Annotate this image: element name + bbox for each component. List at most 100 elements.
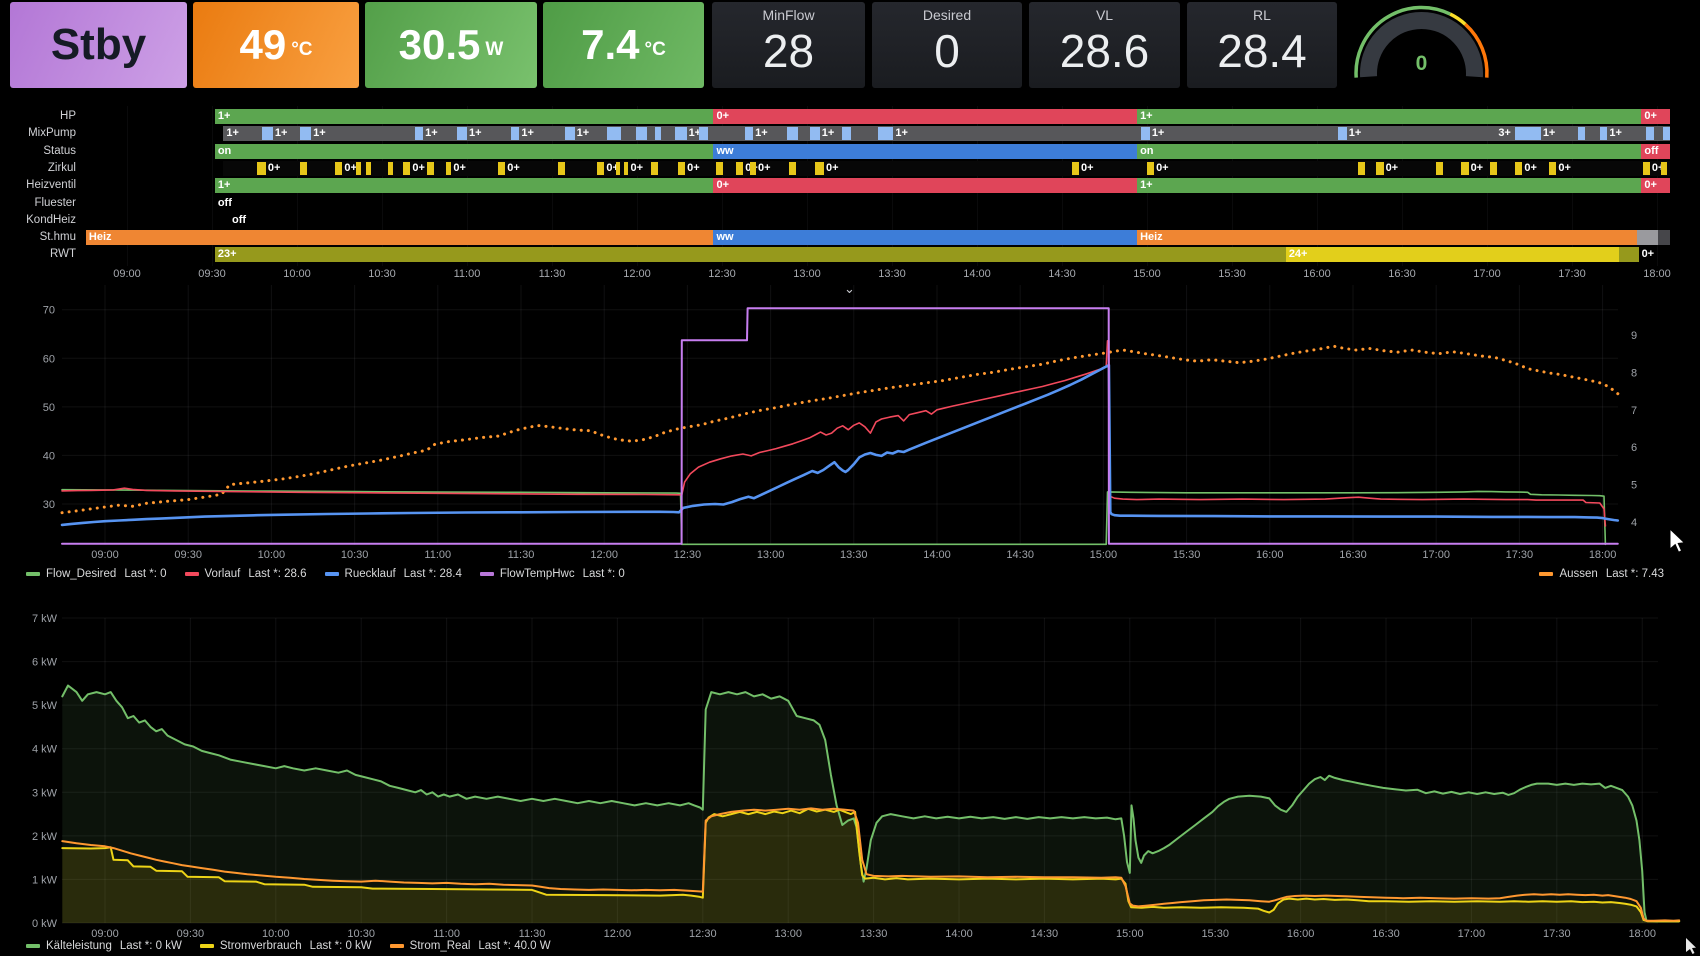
power-chart-legend: KälteleistungLast *: 0 kWStromverbrauchL… xyxy=(26,938,1664,954)
timeline-mark xyxy=(655,127,661,140)
timeline-segment xyxy=(1619,247,1639,262)
timeline-mark xyxy=(1338,127,1346,140)
timeline-segment: 23+ xyxy=(215,247,1286,262)
y-tick-label: 0 kW xyxy=(32,918,58,930)
timeline-segment: 1+ xyxy=(215,178,714,193)
y-left-tick-label: 60 xyxy=(43,353,55,365)
timeline-mark-label: 0+ xyxy=(1081,161,1094,176)
timeline-mark xyxy=(257,162,265,175)
timeline-mark xyxy=(651,162,658,175)
series-line-FlowTempHwc xyxy=(62,308,1618,544)
stat-vl-title: VL xyxy=(1029,7,1180,23)
y-left-tick-label: 70 xyxy=(43,305,55,317)
timeline-mark-label: 0+ xyxy=(826,161,839,176)
timeline-axis-label: 11:00 xyxy=(454,268,481,280)
timeline-row-label: MixPump xyxy=(0,127,76,139)
legend-item-FlowTempHwc[interactable]: FlowTempHwcLast *: 0 xyxy=(480,568,625,580)
stat-vl[interactable]: VL 28.6 xyxy=(1029,2,1180,88)
stat-power[interactable]: 30.5 W xyxy=(365,2,537,88)
timeline-axis-label: 13:00 xyxy=(793,268,821,280)
timeline-row-label: Zirkul xyxy=(0,162,76,174)
stat-power-unit: W xyxy=(485,39,503,61)
x-tick-label: 17:00 xyxy=(1422,549,1450,561)
legend-item-Vorlauf[interactable]: VorlaufLast *: 28.6 xyxy=(185,568,307,580)
y-tick-label: 1 kW xyxy=(32,874,58,886)
legend-swatch-icon xyxy=(1539,572,1553,576)
timeline-axis-label: 16:30 xyxy=(1388,268,1416,280)
timeline-mark xyxy=(736,162,743,175)
timeline-row-kondheiz: KondHeizoff xyxy=(0,213,1700,228)
legend-series-name: FlowTempHwc xyxy=(500,568,575,580)
timeline-mark xyxy=(636,127,647,140)
power-chart-panel[interactable]: 09:0009:3010:0010:3011:0011:3012:0012:30… xyxy=(0,585,1700,956)
stat-temp-cold[interactable]: 7.4 °C xyxy=(543,2,704,88)
timeline-mark-label: 0+ xyxy=(1558,161,1571,176)
legend-item-Aussen[interactable]: AussenLast *: 7.43 xyxy=(1539,568,1664,580)
x-tick-label: 09:00 xyxy=(91,549,119,561)
timeline-segment: 1+ xyxy=(223,126,1669,141)
timeline-segment: 0+ xyxy=(1641,178,1669,193)
timeline-mark xyxy=(427,162,434,175)
legend-item-Kälteleistung[interactable]: KälteleistungLast *: 0 kW xyxy=(26,940,182,952)
timeline-mark xyxy=(415,127,423,140)
y-left-tick-label: 30 xyxy=(43,499,55,511)
legend-item-Strom_Real[interactable]: Strom_RealLast *: 40.0 W xyxy=(390,940,551,952)
timeline-mark xyxy=(1141,127,1149,140)
legend-item-Ruecklauf[interactable]: RuecklaufLast *: 28.4 xyxy=(325,568,462,580)
legend-item-Flow_Desired[interactable]: Flow_DesiredLast *: 0 xyxy=(26,568,167,580)
timeline-mark xyxy=(511,127,519,140)
timeline-mark xyxy=(1461,162,1468,175)
timeline-row-label: Heizventil xyxy=(0,179,76,191)
timeline-mark xyxy=(810,127,820,140)
timeline-segment xyxy=(1658,230,1669,245)
legend-series-name: Strom_Real xyxy=(410,940,471,952)
y-tick-label: 7 kW xyxy=(32,613,58,625)
legend-series-name: Flow_Desired xyxy=(46,568,116,580)
timeline-row-label: KondHeiz xyxy=(0,214,76,226)
timeline-mark xyxy=(457,127,467,140)
x-tick-label: 13:00 xyxy=(757,549,785,561)
timeline-mark-label: 1+ xyxy=(577,126,590,141)
stat-desired-title: Desired xyxy=(872,7,1022,23)
legend-item-Stromverbrauch[interactable]: StromverbrauchLast *: 0 kW xyxy=(200,940,372,952)
stat-vl-value: 28.6 xyxy=(1060,28,1150,74)
state-timeline-panel[interactable]: 09:0009:3010:0010:3011:0011:3012:0012:30… xyxy=(0,96,1700,282)
timeline-mark-label: 0+ xyxy=(268,161,281,176)
legend-series-name: Kälteleistung xyxy=(46,940,112,952)
y-right-tick-label: 9 xyxy=(1631,330,1637,342)
y-tick-label: 2 kW xyxy=(32,831,58,843)
temperature-chart-legend: Flow_DesiredLast *: 0 VorlaufLast *: 28.6… xyxy=(26,566,1664,582)
temperature-chart-panel[interactable]: 09:0009:3010:0010:3011:0011:3012:0012:30… xyxy=(0,282,1700,570)
timeline-mark-label: 1+ xyxy=(275,126,288,141)
y-tick-label: 6 kW xyxy=(32,657,58,669)
x-tick-label: 15:00 xyxy=(1090,549,1118,561)
timeline-mark xyxy=(616,162,620,175)
timeline-mark xyxy=(565,127,575,140)
timeline-row-hp: HP1+0+1+0+ xyxy=(0,109,1700,124)
stat-minflow[interactable]: MinFlow 28 xyxy=(712,2,865,88)
stat-desired[interactable]: Desired 0 xyxy=(872,2,1022,88)
y-left-tick-label: 40 xyxy=(43,450,55,462)
x-tick-label: 16:00 xyxy=(1256,549,1284,561)
timeline-axis-label: 16:00 xyxy=(1303,268,1331,280)
x-tick-label: 11:00 xyxy=(424,549,451,561)
timeline-mark xyxy=(1600,127,1607,140)
legend-swatch-icon xyxy=(185,572,199,576)
timeline-mark xyxy=(558,162,565,175)
stat-temp-hot[interactable]: 49 °C xyxy=(193,2,359,88)
series-line-Vorlauf xyxy=(62,341,1605,526)
stat-standby[interactable]: Stby xyxy=(10,2,187,88)
timeline-mark-label: 1+ xyxy=(1543,126,1556,141)
timeline-segment: off xyxy=(215,196,1670,211)
timeline-mark xyxy=(335,162,342,175)
timeline-mark xyxy=(403,162,410,175)
timeline-axis-label: 14:30 xyxy=(1048,268,1076,280)
gauge-panel[interactable]: 0 xyxy=(1344,2,1504,88)
x-tick-label: 15:30 xyxy=(1173,549,1201,561)
x-tick-label: 09:30 xyxy=(174,549,202,561)
stat-rl[interactable]: RL 28.4 xyxy=(1187,2,1337,88)
timeline-mark xyxy=(498,162,505,175)
stat-minflow-value: 28 xyxy=(763,28,814,74)
legend-last-value: Last *: 0 kW xyxy=(310,940,372,952)
gauge-value: 0 xyxy=(1344,52,1499,76)
